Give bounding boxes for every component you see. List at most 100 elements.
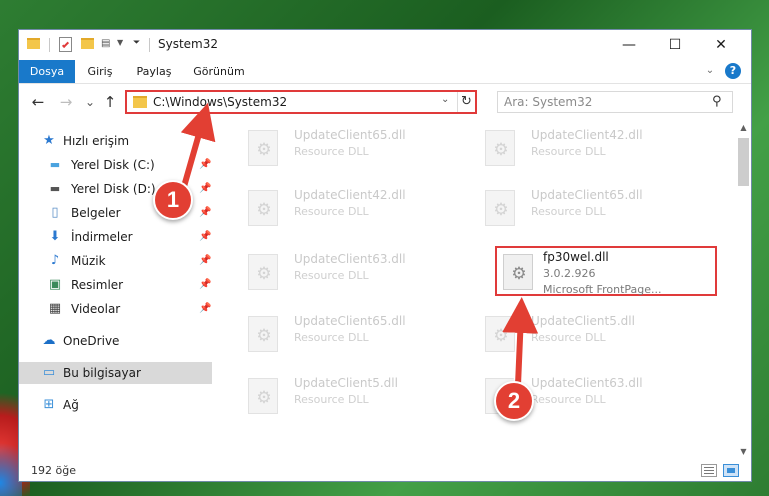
file-name: UpdateClient65.dll [294,128,406,142]
step-1-badge: 1 [153,180,193,220]
sidebar-item-label: Yerel Disk (C:) [71,158,155,172]
large-icons-view-icon[interactable] [723,464,739,477]
recent-locations-button[interactable]: ⌄ [81,93,99,111]
file-item[interactable]: ⚙ UpdateClient65.dll Resource DLL [477,182,699,232]
pin-icon[interactable]: 📌 [199,207,211,218]
properties-icon[interactable] [59,37,72,52]
file-name: UpdateClient42.dll [531,128,643,142]
sidebar-item-local-disk-c[interactable]: ▬ Yerel Disk (C:) 📌 [19,154,212,176]
file-item[interactable]: ⚙ UpdateClient63.dll Resource DLL [240,246,462,296]
dll-file-icon: ⚙ [503,254,533,290]
help-icon[interactable]: ? [725,63,741,79]
file-name: UpdateClient5.dll [531,314,635,328]
search-input[interactable]: Ara: System32 ⚲ [497,91,733,113]
file-type: Resource DLL [531,145,606,158]
download-icon: ⬇ [49,229,61,244]
dll-file-icon: ⚙ [485,190,515,226]
drive-icon: ▬ [49,182,61,195]
sidebar-item-label: Müzik [71,254,106,268]
sidebar-item-downloads[interactable]: ⬇ İndirmeler 📌 [19,226,212,248]
separator [149,38,150,52]
dll-file-icon: ⚙ [248,378,278,414]
tab-gorunum[interactable]: Görünüm [189,60,249,83]
documents-icon: ▯ [51,205,59,220]
address-bar[interactable]: C:\Windows\System32 ⌄ ↻ [125,90,477,114]
title-bar: ▤ ▼ ⏷ System32 — ☐ ✕ [19,30,751,60]
file-type: Resource DLL [294,145,369,158]
scroll-down-icon[interactable]: ▼ [736,444,751,459]
forward-button[interactable]: → [57,93,75,111]
file-description: Microsoft FrontPage... [543,283,662,296]
sidebar-item-label: Hızlı erişim [63,134,130,148]
maximize-button[interactable]: ☐ [652,30,698,60]
gear-icon: ⚙ [511,264,527,284]
up-button[interactable]: ↑ [101,93,119,111]
explorer-window: ▤ ▼ ⏷ System32 — ☐ ✕ Dosya Giriş Paylaş … [18,29,752,482]
tab-paylas[interactable]: Paylaş [129,60,179,83]
customize-toolbar-icon[interactable]: ▼ [117,38,123,52]
sidebar-item-videos[interactable]: ▦ Videolar 📌 [19,298,212,320]
close-button[interactable]: ✕ [698,30,744,60]
pin-icon[interactable]: 📌 [199,303,211,314]
file-item[interactable]: ⚙ UpdateClient5.dll Resource DLL [477,308,699,358]
network-icon: ⊞ [43,397,55,412]
file-name: fp30wel.dll [543,250,609,264]
search-icon[interactable]: ⚲ [712,94,722,109]
file-item[interactable]: ⚙ UpdateClient42.dll Resource DLL [240,182,462,232]
step-2-badge: 2 [494,381,534,421]
file-item[interactable]: ⚙ UpdateClient65.dll Resource DLL [240,308,462,358]
pin-icon[interactable]: 📌 [199,279,211,290]
refresh-icon[interactable]: ↻ [457,92,475,112]
pin-icon[interactable]: 📌 [199,255,211,266]
sidebar-item-network[interactable]: ⊞ Ağ [19,394,212,416]
sidebar-item-pictures[interactable]: ▣ Resimler 📌 [19,274,212,296]
sidebar-item-label: Yerel Disk (D:) [71,182,156,196]
gear-icon: ⚙ [493,200,509,220]
chevron-down-icon[interactable]: ⏷ [133,38,140,52]
dll-file-icon: ⚙ [248,316,278,352]
sidebar-item-quick-access[interactable]: ★ Hızlı erişim [19,130,212,152]
view-options-icon[interactable]: ▤ [101,38,115,50]
file-item[interactable]: ⚙ UpdateClient5.dll Resource DLL [240,370,462,420]
vertical-scrollbar[interactable]: ▲ ▼ [736,120,751,460]
sidebar-item-music[interactable]: ♪ Müzik 📌 [19,250,212,272]
gear-icon: ⚙ [256,388,272,408]
new-folder-icon[interactable] [81,38,94,49]
minimize-button[interactable]: — [606,30,652,60]
scroll-thumb[interactable] [738,138,749,186]
sidebar-item-label: İndirmeler [71,230,133,244]
pin-icon[interactable]: 📌 [199,159,211,170]
dll-file-icon: ⚙ [248,130,278,166]
back-button[interactable]: ← [29,93,47,111]
gear-icon: ⚙ [256,264,272,284]
scroll-up-icon[interactable]: ▲ [736,120,751,135]
file-name: UpdateClient42.dll [294,188,406,202]
gear-icon: ⚙ [256,200,272,220]
sidebar-item-label: Belgeler [71,206,121,220]
file-item-fp30wel[interactable]: ⚙ fp30wel.dll 3.0.2.926 Microsoft FrontP… [495,246,717,296]
file-item[interactable]: ⚙ UpdateClient42.dll Resource DLL [477,122,699,172]
address-path[interactable]: C:\Windows\System32 [153,95,287,109]
gear-icon: ⚙ [256,326,272,346]
dll-file-icon: ⚙ [248,254,278,290]
tab-giris[interactable]: Giriş [79,60,121,83]
navigation-pane: ★ Hızlı erişim ▬ Yerel Disk (C:) 📌 ▬ Yer… [19,120,212,460]
pin-icon[interactable]: 📌 [199,183,211,194]
computer-icon: ▭ [42,365,56,380]
file-name: UpdateClient63.dll [294,252,406,266]
details-view-icon[interactable] [701,464,717,477]
sidebar-item-label: Ağ [63,398,79,412]
file-item[interactable]: ⚙ UpdateClient65.dll Resource DLL [240,122,462,172]
file-name: UpdateClient5.dll [294,376,398,390]
cloud-icon: ☁ [42,333,56,348]
pin-icon[interactable]: 📌 [199,231,211,242]
file-type: Resource DLL [294,205,369,218]
tab-dosya[interactable]: Dosya [19,60,75,83]
chevron-down-icon[interactable]: ⌄ [441,94,449,105]
ribbon-tabs: Dosya Giriş Paylaş Görünüm ⌄ ? [19,60,751,84]
music-icon: ♪ [50,253,60,268]
sidebar-item-this-pc[interactable]: ▭ Bu bilgisayar [19,362,212,384]
expand-ribbon-icon[interactable]: ⌄ [703,64,717,78]
sidebar-item-onedrive[interactable]: ☁ OneDrive [19,330,212,352]
file-type: Resource DLL [531,205,606,218]
